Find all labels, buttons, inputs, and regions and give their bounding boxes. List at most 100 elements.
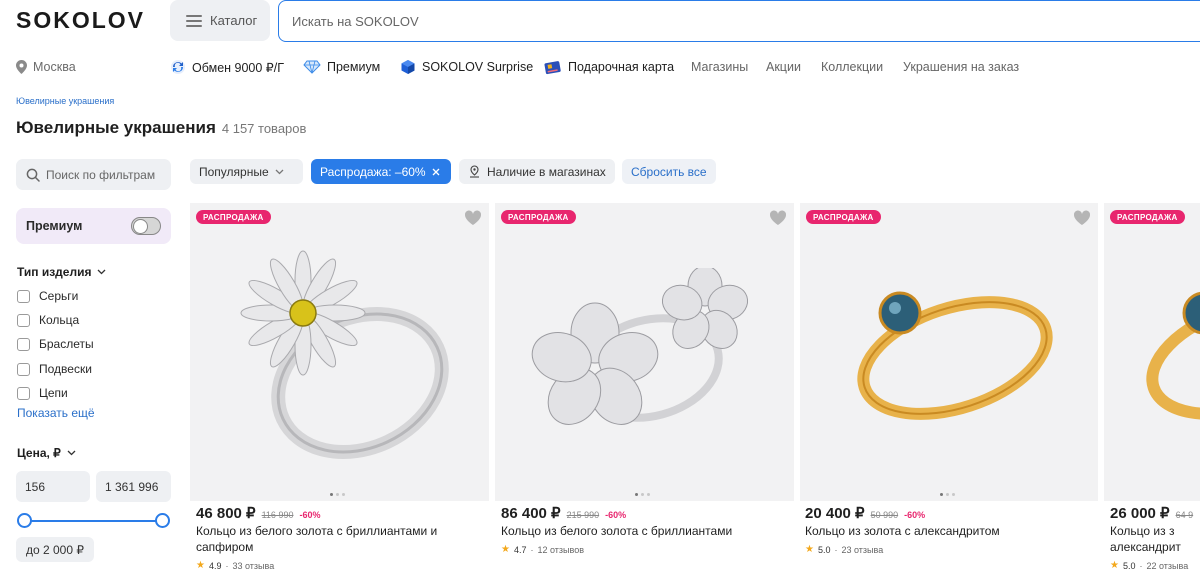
reset-filters-button[interactable]: Сбросить все bbox=[622, 159, 716, 184]
price-min-input[interactable]: 156 bbox=[16, 471, 90, 502]
filter-option[interactable]: Кольца bbox=[17, 313, 79, 327]
show-more-link[interactable]: Показать ещё bbox=[17, 406, 95, 420]
product-image[interactable]: РАСПРОДАЖА bbox=[1104, 203, 1200, 501]
type-filter-title: Тип изделия bbox=[17, 265, 92, 279]
filter-option[interactable]: Серьги bbox=[17, 289, 78, 303]
premium-toggle[interactable] bbox=[131, 217, 161, 235]
product-image[interactable]: РАСПРОДАЖА bbox=[800, 203, 1098, 501]
nav-premium[interactable]: Премиум bbox=[303, 57, 380, 77]
close-icon[interactable] bbox=[432, 168, 440, 176]
price-max-input[interactable]: 1 361 996 bbox=[96, 471, 171, 502]
nav-promotions-label: Акции bbox=[766, 60, 801, 74]
nav-collections-label: Коллекции bbox=[821, 60, 884, 74]
nav-collections[interactable]: Коллекции bbox=[821, 57, 883, 77]
checkbox[interactable] bbox=[17, 313, 30, 327]
sale-filter-label: Распродажа: –60% bbox=[320, 164, 426, 179]
product-price: 20 400 ₽ bbox=[805, 505, 865, 522]
price-preset-chip[interactable]: до 2 000 ₽ bbox=[16, 537, 94, 562]
sale-filter-chip[interactable]: Распродажа: –60% bbox=[311, 159, 451, 184]
price-min-value: 156 bbox=[25, 479, 46, 494]
nav-surprise[interactable]: SOKOLOV Surprise bbox=[400, 57, 533, 77]
star-icon: ★ bbox=[1110, 560, 1119, 571]
nav-stores[interactable]: Магазины bbox=[691, 57, 748, 77]
nav-custom-jewelry[interactable]: Украшения на заказ bbox=[903, 57, 1019, 77]
logo[interactable]: SOKOLOV bbox=[16, 7, 145, 34]
product-price: 86 400 ₽ bbox=[501, 505, 561, 522]
product-discount: -60% bbox=[904, 510, 926, 520]
location-pin-icon bbox=[16, 60, 27, 74]
price-filter-header[interactable]: Цена, ₽ bbox=[17, 446, 76, 460]
product-price-row: 20 400 ₽ 50 990 -60% bbox=[805, 504, 925, 522]
store-availability-label: Наличие в магазинах bbox=[487, 164, 606, 179]
nav-exchange-label: Обмен 9000 ₽/Г bbox=[192, 60, 285, 75]
price-slider-max-handle[interactable] bbox=[155, 513, 170, 528]
filter-option-label: Подвески bbox=[39, 362, 92, 376]
product-image[interactable]: РАСПРОДАЖА bbox=[190, 203, 489, 501]
city-selector[interactable]: Москва bbox=[16, 57, 76, 77]
ring-image bbox=[531, 268, 749, 425]
city-label: Москва bbox=[33, 60, 76, 74]
product-price: 26 000 ₽ bbox=[1110, 505, 1170, 522]
type-filter-header[interactable]: Тип изделия bbox=[17, 265, 106, 279]
checkbox[interactable] bbox=[17, 289, 30, 303]
sale-badge: РАСПРОДАЖА bbox=[806, 210, 881, 224]
chevron-down-icon bbox=[67, 450, 76, 456]
checkbox[interactable] bbox=[17, 362, 30, 376]
product-name[interactable]: Кольцо из з александрит bbox=[1110, 523, 1200, 555]
checkbox[interactable] bbox=[17, 337, 30, 351]
checkbox[interactable] bbox=[17, 386, 30, 400]
favorite-heart-icon[interactable] bbox=[464, 210, 482, 226]
gift-card-icon bbox=[544, 61, 561, 75]
search-icon bbox=[26, 168, 40, 182]
filter-option[interactable]: Цепи bbox=[17, 386, 68, 400]
diamond-icon bbox=[303, 60, 321, 74]
filter-option-label: Серьги bbox=[39, 289, 79, 303]
reviews-count[interactable]: 33 отзыва bbox=[232, 561, 274, 571]
nav-promotions[interactable]: Акции bbox=[766, 57, 801, 77]
catalog-button[interactable]: Каталог bbox=[170, 0, 270, 41]
store-availability-chip[interactable]: Наличие в магазинах bbox=[459, 159, 615, 184]
product-name[interactable]: Кольцо из белого золота с бриллиантами и… bbox=[196, 523, 466, 555]
product-rating: ★ 4.7 · 12 отзывов bbox=[501, 544, 584, 555]
premium-filter[interactable]: Премиум bbox=[16, 208, 171, 244]
breadcrumb[interactable]: Ювелирные украшения bbox=[16, 96, 114, 106]
reviews-count[interactable]: 23 отзыва bbox=[841, 545, 883, 555]
search-input[interactable] bbox=[278, 0, 1200, 42]
ring-image bbox=[857, 291, 1053, 420]
filter-option[interactable]: Подвески bbox=[17, 362, 92, 376]
price-slider-track[interactable] bbox=[23, 520, 164, 522]
nav-surprise-label: SOKOLOV Surprise bbox=[422, 60, 534, 74]
reviews-count[interactable]: 22 отзыва bbox=[1146, 561, 1188, 571]
product-price: 46 800 ₽ bbox=[196, 505, 256, 522]
catalog-label: Каталог bbox=[210, 13, 258, 28]
nav-exchange[interactable]: Обмен 9000 ₽/Г bbox=[170, 57, 284, 77]
price-filter-title: Цена, ₽ bbox=[17, 446, 61, 460]
premium-label: Премиум bbox=[26, 219, 83, 233]
favorite-heart-icon[interactable] bbox=[769, 210, 787, 226]
nav-custom-jewelry-label: Украшения на заказ bbox=[903, 60, 1020, 74]
filter-search-input[interactable]: Поиск по фильтрам bbox=[16, 159, 171, 190]
rating-value: 5.0 bbox=[817, 544, 831, 555]
product-image[interactable]: РАСПРОДАЖА bbox=[495, 203, 794, 501]
product-name[interactable]: Кольцо из белого золота с бриллиантами bbox=[501, 523, 781, 539]
reset-filters-label: Сбросить все bbox=[631, 164, 707, 179]
product-name[interactable]: Кольцо из золота с александритом bbox=[805, 523, 1090, 539]
filter-option[interactable]: Браслеты bbox=[17, 337, 94, 351]
nav-gift-card-label: Подарочная карта bbox=[568, 60, 675, 74]
rating-value: 4.7 bbox=[513, 544, 527, 555]
sort-label: Популярные bbox=[199, 164, 269, 179]
filter-search-placeholder: Поиск по фильтрам bbox=[46, 167, 156, 182]
ring-image bbox=[1146, 291, 1200, 420]
product-old-price: 215 990 bbox=[566, 510, 600, 520]
favorite-heart-icon[interactable] bbox=[1073, 210, 1091, 226]
product-old-price: 64 9 bbox=[1175, 510, 1194, 520]
sort-dropdown[interactable]: Популярные bbox=[190, 159, 303, 184]
rating-value: 4.9 bbox=[208, 560, 222, 571]
product-old-price: 50 990 bbox=[870, 510, 899, 520]
nav-gift-card[interactable]: Подарочная карта bbox=[544, 57, 674, 77]
menu-icon bbox=[186, 14, 202, 27]
nav-premium-label: Премиум bbox=[327, 60, 381, 74]
reviews-count[interactable]: 12 отзывов bbox=[537, 545, 584, 555]
sale-badge: РАСПРОДАЖА bbox=[1110, 210, 1185, 224]
price-slider-min-handle[interactable] bbox=[17, 513, 32, 528]
